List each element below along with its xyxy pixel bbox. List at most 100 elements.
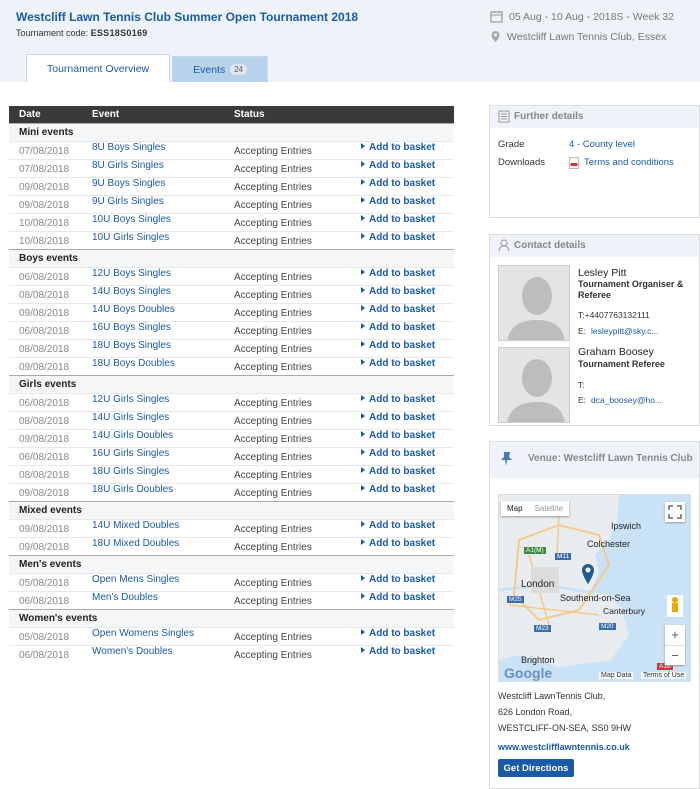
add-to-basket-button[interactable]: Add to basket <box>361 394 435 405</box>
contact-email-link[interactable]: lesleypitt@sky.c... <box>591 326 659 336</box>
event-link[interactable]: 14U Girls Singles <box>92 412 169 423</box>
contact-email-link[interactable]: dca_boosey@ho... <box>591 395 662 405</box>
event-link[interactable]: 18U Boys Doubles <box>92 358 175 369</box>
event-link[interactable]: 8U Boys Singles <box>92 142 165 153</box>
map-type-satellite[interactable]: Satellite <box>529 501 569 516</box>
event-link[interactable]: 14U Boys Singles <box>92 286 171 297</box>
document-icon <box>498 110 510 123</box>
add-to-basket-button[interactable]: Add to basket <box>361 448 435 459</box>
map-label-southend: Southend-on-Sea <box>560 593 631 603</box>
tournament-venue: Westcliff Lawn Tennis Club, Essex <box>490 30 666 43</box>
map-marker-icon[interactable] <box>581 563 595 585</box>
add-to-basket-button[interactable]: Add to basket <box>361 214 435 225</box>
event-status: Accepting Entries <box>234 236 312 247</box>
event-link[interactable]: 18U Girls Singles <box>92 466 169 477</box>
street-view-pegman-icon[interactable] <box>667 595 683 617</box>
add-to-basket-button[interactable]: Add to basket <box>361 268 435 279</box>
event-date: 06/08/2018 <box>19 452 70 463</box>
event-link[interactable]: 10U Girls Singles <box>92 232 169 243</box>
contact-phone: T:+4407763132111 <box>578 310 650 320</box>
event-date: 08/08/2018 <box>19 470 70 481</box>
add-to-basket-button[interactable]: Add to basket <box>361 430 435 441</box>
terms-and-conditions-link[interactable]: Terms and conditions <box>584 157 674 168</box>
map-data-link[interactable]: Map Data <box>599 672 634 679</box>
add-to-basket-button[interactable]: Add to basket <box>361 304 435 315</box>
pin-icon <box>501 452 512 466</box>
event-date: 06/08/2018 <box>19 650 70 661</box>
add-to-basket-button[interactable]: Add to basket <box>361 322 435 333</box>
contact-email-label: E: <box>578 395 587 405</box>
location-pin-icon <box>491 31 500 42</box>
add-to-basket-button[interactable]: Add to basket <box>361 646 435 657</box>
event-link[interactable]: 14U Mixed Doubles <box>92 520 179 531</box>
grade-value-link[interactable]: 4 - County level <box>569 139 635 150</box>
add-to-basket-button[interactable]: Add to basket <box>361 340 435 351</box>
tab-events[interactable]: Events 24 <box>172 56 269 82</box>
event-status: Accepting Entries <box>234 578 312 589</box>
event-link[interactable]: Open Mens Singles <box>92 574 179 585</box>
add-to-basket-button[interactable]: Add to basket <box>361 412 435 423</box>
map-label-canterbury: Canterbury <box>603 606 646 616</box>
road-label: A1(M) <box>524 547 546 554</box>
add-to-basket-button[interactable]: Add to basket <box>361 628 435 639</box>
table-row: 10/08/2018 10U Girls Singles Accepting Ent… <box>9 231 454 249</box>
add-to-basket-button[interactable]: Add to basket <box>361 484 435 495</box>
tab-tournament-overview[interactable]: Tournament Overview <box>26 54 171 82</box>
venue-map[interactable]: Map Satellite Ipswich Colchester London … <box>498 494 691 682</box>
event-link[interactable]: 12U Girls Singles <box>92 394 169 405</box>
add-to-basket-button[interactable]: Add to basket <box>361 358 435 369</box>
event-link[interactable]: 9U Boys Singles <box>92 178 165 189</box>
table-row: 06/08/2018 12U Boys Singles Accepting Entr… <box>9 267 454 285</box>
event-date: 06/08/2018 <box>19 326 70 337</box>
event-link[interactable]: 16U Boys Singles <box>92 322 171 333</box>
group-header: Women's events <box>9 609 454 627</box>
events-count-badge: 24 <box>230 64 248 75</box>
event-link[interactable]: 8U Girls Singles <box>92 160 164 171</box>
add-to-basket-button[interactable]: Add to basket <box>361 574 435 585</box>
event-link[interactable]: 18U Boys Singles <box>92 340 171 351</box>
further-details-title: Further details <box>514 111 584 122</box>
event-link[interactable]: 12U Boys Singles <box>92 268 171 279</box>
event-link[interactable]: 14U Boys Doubles <box>92 304 175 315</box>
add-to-basket-button[interactable]: Add to basket <box>361 160 435 171</box>
event-link[interactable]: Open Womens Singles <box>92 628 194 639</box>
add-to-basket-button[interactable]: Add to basket <box>361 196 435 207</box>
event-link[interactable]: 18U Girls Doubles <box>92 484 173 495</box>
tabs: Tournament Overview Events 24 <box>26 54 269 82</box>
get-directions-button[interactable]: Get Directions <box>498 759 574 777</box>
fullscreen-button[interactable] <box>665 502 685 522</box>
event-link[interactable]: 9U Girls Singles <box>92 196 164 207</box>
add-to-basket-button[interactable]: Add to basket <box>361 466 435 477</box>
pdf-icon <box>569 157 579 169</box>
group-title: Mini events <box>19 127 74 138</box>
tournament-code-value: ESS18S0169 <box>90 28 148 38</box>
add-to-basket-button[interactable]: Add to basket <box>361 232 435 243</box>
event-link[interactable]: 10U Boys Singles <box>92 214 171 225</box>
map-type-map[interactable]: Map <box>501 501 529 516</box>
event-link[interactable]: Men's Doubles <box>92 592 158 603</box>
event-link[interactable]: 16U Girls Singles <box>92 448 169 459</box>
group-header: Girls events <box>9 375 454 393</box>
table-row: 10/08/2018 10U Boys Singles Accepting Entr… <box>9 213 454 231</box>
zoom-out-button[interactable]: − <box>665 645 685 665</box>
add-to-basket-button[interactable]: Add to basket <box>361 142 435 153</box>
zoom-in-button[interactable]: + <box>665 625 685 645</box>
add-to-basket-button[interactable]: Add to basket <box>361 178 435 189</box>
contact-details-title: Contact details <box>514 240 586 251</box>
group-header: Boys events <box>9 249 454 267</box>
tab-label: Tournament Overview <box>47 62 150 75</box>
terms-of-use-link[interactable]: Terms of Use <box>641 672 687 679</box>
event-link[interactable]: 18U Mixed Doubles <box>92 538 179 549</box>
event-link[interactable]: Women's Doubles <box>92 646 173 657</box>
add-to-basket-button[interactable]: Add to basket <box>361 592 435 603</box>
address-line: 626 London Road, <box>498 707 573 717</box>
event-link[interactable]: 14U Girls Doubles <box>92 430 173 441</box>
table-row: 09/08/2018 18U Mixed Doubles Accepting Ent… <box>9 537 454 555</box>
table-row: 07/08/2018 8U Boys Singles Accepting Entri… <box>9 141 454 159</box>
venue-website-link[interactable]: www.westclifflawntennis.co.uk <box>498 742 630 752</box>
add-to-basket-button[interactable]: Add to basket <box>361 286 435 297</box>
add-to-basket-button[interactable]: Add to basket <box>361 520 435 531</box>
avatar <box>498 265 570 341</box>
add-to-basket-button[interactable]: Add to basket <box>361 538 435 549</box>
event-status: Accepting Entries <box>234 182 312 193</box>
